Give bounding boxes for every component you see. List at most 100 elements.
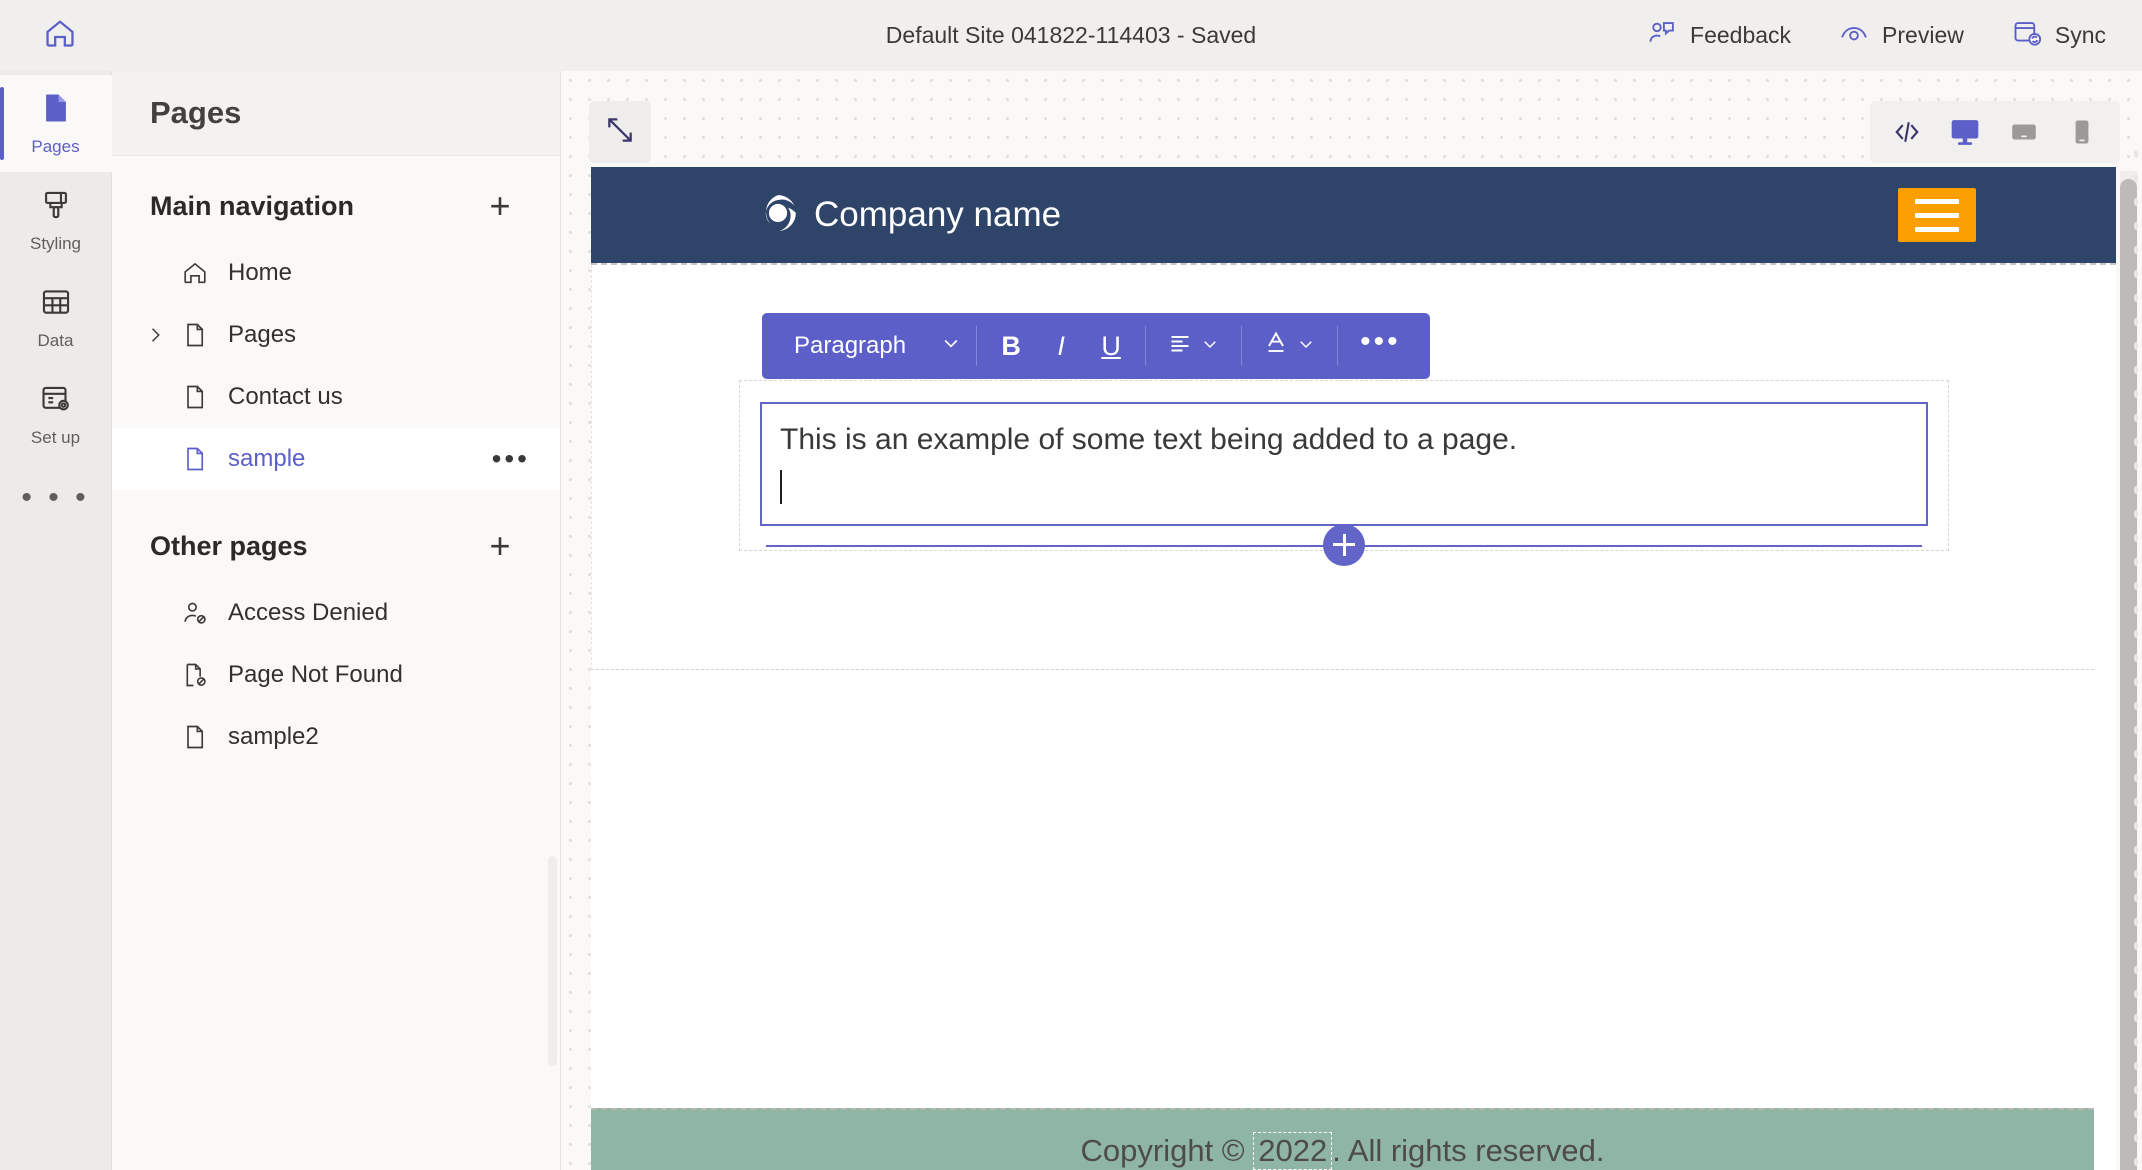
site-brand-name: Company name (814, 195, 1062, 234)
italic-button[interactable]: I (1036, 313, 1086, 379)
toolbar-more-button[interactable]: ••• (1347, 313, 1414, 379)
footer-suffix: . All rights reserved. (1332, 1133, 1605, 1168)
rail-label-styling: Styling (29, 233, 82, 253)
rich-text-toolbar: Paragraph B I U ••• (762, 313, 1430, 379)
pages-panel-scrollbar[interactable] (548, 856, 557, 1066)
pages-panel-title: Pages (150, 95, 242, 130)
chevron-down-icon (941, 332, 961, 360)
eye-icon (1839, 18, 1869, 54)
nav-label-contact-us: Contact us (228, 383, 343, 410)
page-outline-icon (172, 383, 218, 411)
nav-label-access-denied: Access Denied (228, 599, 389, 626)
nav-item-sample2[interactable]: sample2 (112, 706, 560, 768)
canvas-dot-column (2130, 142, 2142, 1170)
feedback-icon (1647, 18, 1677, 54)
page-blocked-icon (172, 661, 218, 689)
person-blocked-icon (172, 599, 218, 627)
hamburger-bar (1915, 226, 1959, 232)
text-caret (780, 469, 782, 504)
site-footer[interactable]: Copyright © 2022 . All rights reserved. (591, 1108, 2094, 1170)
pages-panel: Pages Main navigation + Home Pages Conta… (112, 71, 561, 1170)
page-section[interactable]: Paragraph B I U ••• This is an example o… (591, 265, 2094, 670)
chevron-down-icon (1201, 332, 1219, 360)
text-widget-wrapper: Paragraph B I U ••• This is an example o… (739, 313, 1949, 566)
site-preview: Company name Paragraph B I U ••• This is… (591, 167, 2116, 1170)
nav-item-sample-more-button[interactable]: ••• (486, 445, 536, 473)
align-left-icon (1168, 331, 1192, 362)
top-bar-actions: Feedback Preview Sync (1641, 10, 2112, 62)
view-mode-switcher (1870, 101, 2120, 163)
bold-button[interactable]: B (986, 313, 1036, 379)
nav-label-home: Home (228, 259, 293, 286)
chevron-right-icon[interactable] (138, 325, 172, 345)
rail-label-data: Data (37, 330, 74, 350)
hamburger-bar (1915, 212, 1959, 218)
nav-item-home[interactable]: Home (112, 242, 560, 304)
home-button[interactable] (28, 4, 92, 68)
rail-item-setup[interactable]: Set up (0, 366, 112, 463)
rail-label-setup: Set up (30, 427, 81, 447)
font-color-button[interactable] (1251, 313, 1328, 379)
font-color-icon (1264, 330, 1288, 363)
app-root: Default Site 041822-114403 - Saved Feedb… (0, 0, 2142, 1170)
paintbrush-icon (39, 188, 73, 227)
home-icon (43, 16, 77, 55)
add-other-page-button[interactable]: + (478, 524, 522, 568)
nav-item-sample[interactable]: sample ••• (112, 428, 560, 490)
toolbar-divider (1241, 326, 1243, 366)
add-main-navigation-page-button[interactable]: + (478, 184, 522, 228)
editor-canvas: Company name Paragraph B I U ••• This is… (561, 71, 2142, 1170)
toolbar-divider (1337, 326, 1339, 366)
preview-label: Preview (1882, 22, 1964, 48)
rail-label-pages: Pages (31, 136, 80, 156)
section-header-other-pages: Other pages + (112, 490, 560, 582)
left-rail: Pages Styling Data Set up • • • (0, 71, 112, 1170)
feedback-label: Feedback (1690, 22, 1792, 48)
rail-more-button[interactable]: • • • (0, 463, 112, 533)
nav-label-page-not-found: Page Not Found (228, 661, 403, 688)
circle-swirl-logo (757, 192, 799, 239)
nav-label-sample: sample (228, 445, 306, 472)
paragraph-style-dropdown[interactable]: Paragraph (778, 313, 967, 379)
rail-item-pages[interactable]: Pages (0, 75, 112, 172)
monitor-icon[interactable] (1948, 115, 1982, 149)
page-icon (39, 91, 73, 130)
toolbar-divider (976, 326, 978, 366)
text-widget[interactable]: Paragraph B I U ••• This is an example o… (739, 313, 1949, 566)
preview-button[interactable]: Preview (1833, 10, 1970, 62)
pages-panel-content: Main navigation + Home Pages Contact us … (112, 156, 560, 1170)
nav-label-sample2: sample2 (228, 723, 319, 750)
add-component-rail (740, 523, 1948, 566)
nav-item-pages[interactable]: Pages (112, 304, 560, 366)
hamburger-icon[interactable] (1898, 188, 1976, 242)
mobile-icon[interactable] (2066, 116, 2098, 148)
page-outline-icon (172, 723, 218, 751)
nav-item-access-denied[interactable]: Access Denied (112, 582, 560, 644)
section-title-main-navigation: Main navigation (150, 190, 355, 221)
sync-button[interactable]: Sync (2006, 10, 2112, 62)
toolbar-divider (1145, 326, 1147, 366)
paragraph-style-label: Paragraph (794, 332, 907, 359)
rail-item-styling[interactable]: Styling (0, 172, 112, 269)
section-title-other-pages: Other pages (150, 530, 308, 561)
site-body: Paragraph B I U ••• This is an example o… (591, 263, 2116, 1104)
footer-copyright: Copyright © 2022 . All rights reserved. (1081, 1132, 1605, 1170)
underline-button[interactable]: U (1086, 313, 1136, 379)
site-header: Company name (591, 167, 2116, 263)
code-icon[interactable] (1892, 117, 1922, 147)
main-body: Pages Styling Data Set up • • • Pages Ma… (0, 71, 2142, 1170)
site-brand[interactable]: Company name (757, 192, 1061, 239)
pages-panel-header: Pages (112, 71, 560, 156)
nav-item-page-not-found[interactable]: Page Not Found (112, 644, 560, 706)
footer-year[interactable]: 2022 (1253, 1132, 1333, 1170)
rich-text-input[interactable]: This is an example of some text being ad… (760, 402, 1928, 526)
nav-label-pages: Pages (228, 321, 297, 348)
plus-circle-icon[interactable] (1323, 523, 1365, 566)
rail-item-data[interactable]: Data (0, 269, 112, 366)
align-button[interactable] (1155, 313, 1232, 379)
feedback-button[interactable]: Feedback (1641, 10, 1797, 62)
nav-item-contact-us[interactable]: Contact us (112, 366, 560, 428)
tablet-icon[interactable] (2008, 116, 2040, 148)
chevron-down-icon (1297, 332, 1315, 360)
expand-canvas-button[interactable] (589, 101, 651, 163)
